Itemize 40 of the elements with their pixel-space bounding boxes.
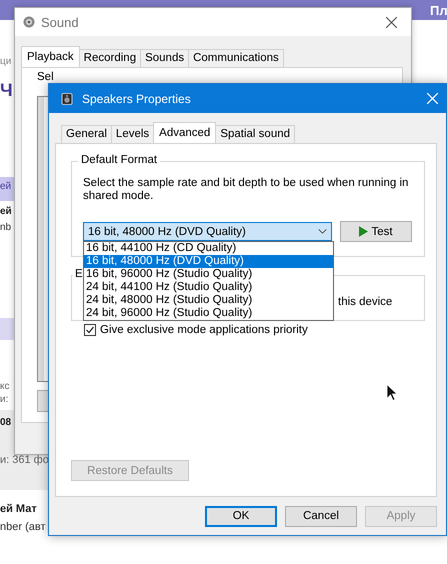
dialog-button[interactable]: Cancel <box>285 506 357 526</box>
page-text: кс <box>0 381 10 392</box>
speaker-icon <box>23 16 35 28</box>
page-text: и: 361 фо <box>0 454 49 466</box>
tab[interactable]: General <box>61 125 112 143</box>
page-text: nb <box>0 222 12 233</box>
page-text: и: <box>0 394 8 405</box>
instruction-text: Sel <box>37 71 54 83</box>
mouse-pointer-icon <box>386 383 398 402</box>
page-text: ей Мат <box>0 503 37 515</box>
close-icon[interactable] <box>386 16 397 28</box>
dialog-button[interactable]: OK <box>205 506 277 526</box>
checkbox[interactable] <box>84 324 96 336</box>
header-link[interactable]: Пл <box>430 3 447 18</box>
checkbox-label: Give exclusive mode applications priority <box>100 324 308 336</box>
dropdown-option[interactable]: 24 bit, 44100 Hz (Studio Quality) <box>84 281 333 294</box>
window-title: Sound <box>41 14 80 30</box>
page-text: ей <box>0 206 12 217</box>
dropdown-option[interactable]: 16 bit, 44100 Hz (CD Quality) <box>84 242 333 255</box>
speaker-icon <box>61 92 73 104</box>
tab[interactable]: Communications <box>188 49 284 67</box>
page-text: Ч <box>0 80 13 101</box>
tab[interactable]: Advanced <box>153 122 216 143</box>
page-text: 08 <box>0 417 12 428</box>
page-text: nber (авт <box>0 521 46 533</box>
group-label: Default Format <box>78 154 160 166</box>
checkbox-label: this device <box>338 296 392 308</box>
description-text: Select the sample rate and bit depth to be used when running in shared mode. <box>83 177 410 203</box>
chevron-down-icon <box>318 229 327 234</box>
tab[interactable]: Spatial sound <box>215 125 296 143</box>
dropdown-option[interactable]: 24 bit, 48000 Hz (Studio Quality) <box>84 294 333 307</box>
window-title: Speakers Properties <box>82 92 192 106</box>
test-button[interactable]: Test <box>340 221 412 242</box>
page-text: ей <box>0 181 12 192</box>
dropdown-option[interactable]: 16 bit, 48000 Hz (DVD Quality) <box>84 255 333 268</box>
play-icon <box>359 226 368 237</box>
dropdown-option[interactable]: 16 bit, 96000 Hz (Studio Quality) <box>84 268 333 281</box>
dropdown-option[interactable]: 24 bit, 96000 Hz (Studio Quality) <box>84 307 333 320</box>
tab[interactable]: Playback <box>21 46 80 67</box>
page-text: ци <box>0 56 12 67</box>
